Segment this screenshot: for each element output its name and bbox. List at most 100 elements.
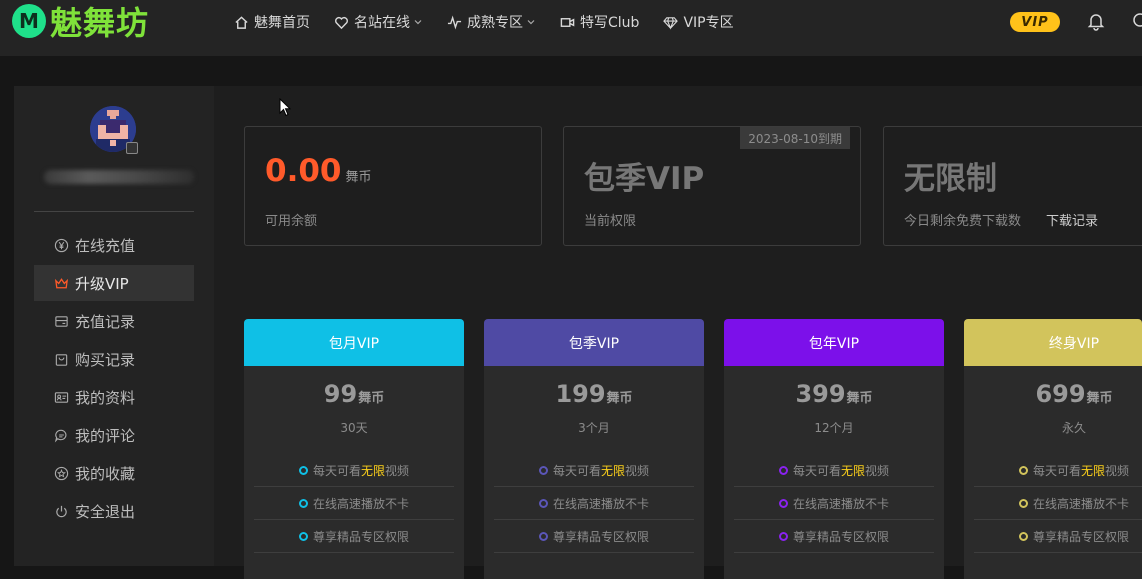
bullet-icon xyxy=(538,465,548,475)
sidebar-item-recharge[interactable]: 在线充值 xyxy=(34,227,194,263)
nav-label: VIP专区 xyxy=(683,15,734,31)
plan-duration: 12个月 xyxy=(814,421,854,435)
sidebar-item-recharge-history[interactable]: 充值记录 xyxy=(34,303,194,339)
feature-text: 尊享精品专区权限 xyxy=(792,529,889,544)
bullet-icon xyxy=(538,531,548,541)
plan-price-value: 99 xyxy=(323,380,358,408)
plan-feature: 尊享精品专区权限 xyxy=(974,520,1142,553)
video-icon xyxy=(560,17,575,27)
plan-feature: 每天可看 无限 视频 xyxy=(734,454,934,487)
avatar-edit-badge xyxy=(126,142,138,154)
bullet-icon xyxy=(1018,465,1028,475)
star-circle-icon xyxy=(54,466,69,480)
plan-feature: 在线高速播放不卡 xyxy=(974,487,1142,520)
chevron-down-icon xyxy=(527,20,535,25)
plan-price: 99舞币 xyxy=(244,380,464,408)
mouse-cursor-icon xyxy=(279,98,291,117)
feature-text: 尊享精品专区权限 xyxy=(312,529,409,544)
feature-text: 每天可看 xyxy=(312,463,361,478)
nav-item-closeup-club[interactable]: 特写Club xyxy=(560,12,639,32)
plan-features: 每天可看 无限 视频 在线高速播放不卡 尊享精品专区权限 xyxy=(244,454,464,553)
permission-label: 当前权限 xyxy=(584,214,637,229)
balance-value-row: 0.00 舞币 xyxy=(265,153,372,189)
sidebar-item-label: 升级VIP xyxy=(75,274,129,293)
bell-icon[interactable] xyxy=(1086,11,1106,31)
nav-item-mature[interactable]: 成熟专区 xyxy=(447,12,536,32)
plan-price: 399舞币 xyxy=(724,380,944,408)
plan-feature: 尊享精品专区权限 xyxy=(734,520,934,553)
username-redacted xyxy=(44,170,194,184)
plan-card-yearly[interactable]: 包年VIP 399舞币 12个月 每天可看 无限 视频 在线高速播放不卡 尊享精品专… xyxy=(724,319,944,579)
feature-text: 视频 xyxy=(385,463,410,478)
nav-label: 成熟专区 xyxy=(467,15,523,31)
nav-label: 魅舞首页 xyxy=(254,15,310,31)
search-icon[interactable] xyxy=(1131,11,1142,31)
sidebar-item-label: 购买记录 xyxy=(75,350,136,369)
vip-badge-button[interactable]: VIP xyxy=(1010,12,1060,32)
bullet-icon xyxy=(298,498,308,508)
plan-price: 699舞币 xyxy=(964,380,1142,408)
feature-text: 视频 xyxy=(865,463,890,478)
plan-header: 包季VIP xyxy=(484,319,704,366)
plan-header: 包月VIP xyxy=(244,319,464,366)
download-history-link[interactable]: 下载记录 xyxy=(1046,210,1098,229)
nav-item-vip-zone[interactable]: VIP专区 xyxy=(663,12,734,32)
sidebar-item-label: 我的资料 xyxy=(75,388,136,407)
nav-label: 特写Club xyxy=(580,15,640,31)
site-logo[interactable]: M 魅舞坊 xyxy=(12,0,149,44)
plan-price-unit: 舞币 xyxy=(1086,391,1113,406)
yen-circle-icon xyxy=(54,238,69,252)
downloads-label: 今日剩余免费下载数 xyxy=(904,214,1022,229)
sidebar-item-logout[interactable]: 安全退出 xyxy=(34,493,194,529)
feature-text: 在线高速播放不卡 xyxy=(552,496,649,511)
plan-feature: 在线高速播放不卡 xyxy=(254,487,454,520)
logo-text: 魅舞坊 xyxy=(50,4,150,42)
feature-text: 尊享精品专区权限 xyxy=(552,529,649,544)
sidebar-item-purchase-history[interactable]: 购买记录 xyxy=(34,341,194,377)
logo-mark: M xyxy=(12,4,46,38)
plan-card-monthly[interactable]: 包月VIP 99舞币 30天 每天可看 无限 视频 在线高速播放不卡 尊享精品专区权… xyxy=(244,319,464,579)
sidebar-item-comments[interactable]: 我的评论 xyxy=(34,417,194,453)
plan-features: 每天可看 无限 视频 在线高速播放不卡 尊享精品专区权限 xyxy=(724,454,944,553)
plan-price-value: 399 xyxy=(795,380,846,408)
nav-label: 名站在线 xyxy=(354,15,410,31)
feature-text: 在线高速播放不卡 xyxy=(1032,496,1129,511)
feature-highlight: 无限 xyxy=(840,463,865,478)
main-content: 0.00 舞币 可用余额 2023-08-10到期 包季VIP 当前权限 无限制 … xyxy=(214,86,1142,579)
plan-price-value: 199 xyxy=(555,380,606,408)
home-icon xyxy=(235,15,248,29)
sidebar-divider xyxy=(34,211,194,212)
sidebar-item-label: 充值记录 xyxy=(75,312,136,331)
sidebar-item-profile[interactable]: 我的资料 xyxy=(34,379,194,415)
user-sidebar: 在线充值 升级VIP 充值记录 购买记录 我的资料 我的评论 我的收藏 安全退出 xyxy=(14,86,214,566)
feature-highlight: 无限 xyxy=(360,463,385,478)
permission-card: 2023-08-10到期 包季VIP 当前权限 xyxy=(563,126,861,246)
sidebar-item-upgrade-vip[interactable]: 升级VIP xyxy=(34,265,194,301)
feature-text: 在线高速播放不卡 xyxy=(312,496,409,511)
sidebar-item-label: 在线充值 xyxy=(75,236,136,255)
id-card-icon xyxy=(54,391,69,403)
balance-card: 0.00 舞币 可用余额 xyxy=(244,126,542,246)
plan-price-unit: 舞币 xyxy=(846,391,873,406)
top-navbar: M 魅舞坊 魅舞首页 名站在线 成熟专区 特写Club VIP专区 VIP xyxy=(0,0,1142,56)
expire-tag: 2023-08-10到期 xyxy=(740,127,850,149)
sidebar-item-favorites[interactable]: 我的收藏 xyxy=(34,455,194,491)
heart-icon xyxy=(335,16,348,29)
plan-feature: 在线高速播放不卡 xyxy=(734,487,934,520)
wallet-icon xyxy=(55,315,68,327)
feature-text: 尊享精品专区权限 xyxy=(1032,529,1129,544)
plan-price-value: 699 xyxy=(1035,380,1086,408)
feature-text: 视频 xyxy=(625,463,650,478)
power-icon xyxy=(56,505,67,517)
bullet-icon xyxy=(778,531,788,541)
plan-card-quarterly[interactable]: 包季VIP 199舞币 3个月 每天可看 无限 视频 在线高速播放不卡 尊享精品专区… xyxy=(484,319,704,579)
plan-price-unit: 舞币 xyxy=(606,391,633,406)
plan-card-lifetime[interactable]: 终身VIP 699舞币 永久 每天可看 无限 视频 在线高速播放不卡 尊享精品专区权… xyxy=(964,319,1142,579)
balance-unit: 舞币 xyxy=(345,170,372,185)
nav-item-home[interactable]: 魅舞首页 xyxy=(234,12,310,32)
shopping-bag-icon xyxy=(55,353,68,366)
diamond-icon xyxy=(663,16,679,30)
feature-text: 在线高速播放不卡 xyxy=(792,496,889,511)
bullet-icon xyxy=(1018,531,1028,541)
nav-item-famous-sites[interactable]: 名站在线 xyxy=(334,12,423,32)
